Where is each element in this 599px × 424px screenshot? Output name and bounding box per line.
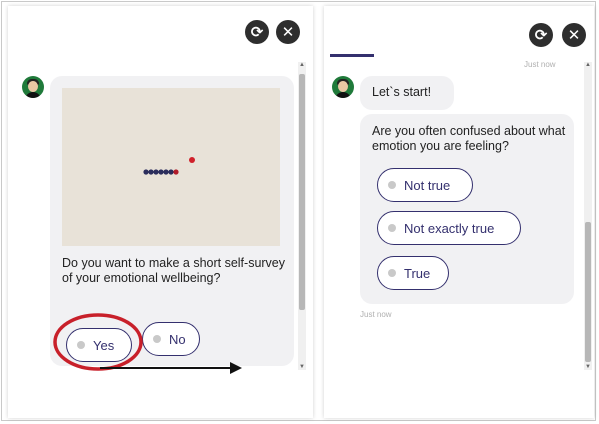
scrollbar-thumb[interactable] (299, 74, 305, 310)
scrollbar[interactable]: ▲ ▼ (584, 62, 592, 370)
circle-icon (388, 224, 396, 232)
annotation-overlay (53, 313, 242, 374)
option-not-true[interactable]: Not true (377, 168, 473, 202)
close-icon[interactable]: ✕ (562, 23, 586, 47)
scroll-up-icon[interactable]: ▲ (298, 62, 306, 68)
option-label: True (404, 265, 431, 281)
scroll-down-icon[interactable]: ▼ (584, 364, 592, 370)
option-true[interactable]: True (377, 256, 449, 290)
scrollbar[interactable]: ▲ ▼ (298, 62, 306, 370)
option-label: Not exactly true (404, 220, 495, 236)
survey-question: Are you often confused about what emotio… (372, 124, 566, 153)
chat-panel-right: ⟳ ✕ Just now Let`s start! Are you often … (324, 6, 594, 418)
refresh-icon[interactable]: ⟳ (529, 23, 553, 47)
greeting-text: Let`s start! (372, 85, 432, 99)
progress-indicator (330, 54, 374, 57)
avatar-icon (332, 76, 354, 98)
timestamp: Just now (360, 310, 392, 319)
circle-icon (388, 181, 396, 189)
circle-icon (388, 269, 396, 277)
option-label: Not true (404, 177, 451, 193)
scrollbar-thumb[interactable] (585, 222, 591, 362)
timestamp: Just now (524, 60, 556, 69)
scroll-up-icon[interactable]: ▲ (584, 62, 592, 68)
option-not-exactly-true[interactable]: Not exactly true (377, 211, 521, 245)
chat-panel-left: ⟳ ✕ Do you want to make a short self-sur… (8, 6, 313, 418)
greeting-bubble: Let`s start! (360, 76, 454, 110)
scroll-down-icon[interactable]: ▼ (298, 364, 306, 370)
